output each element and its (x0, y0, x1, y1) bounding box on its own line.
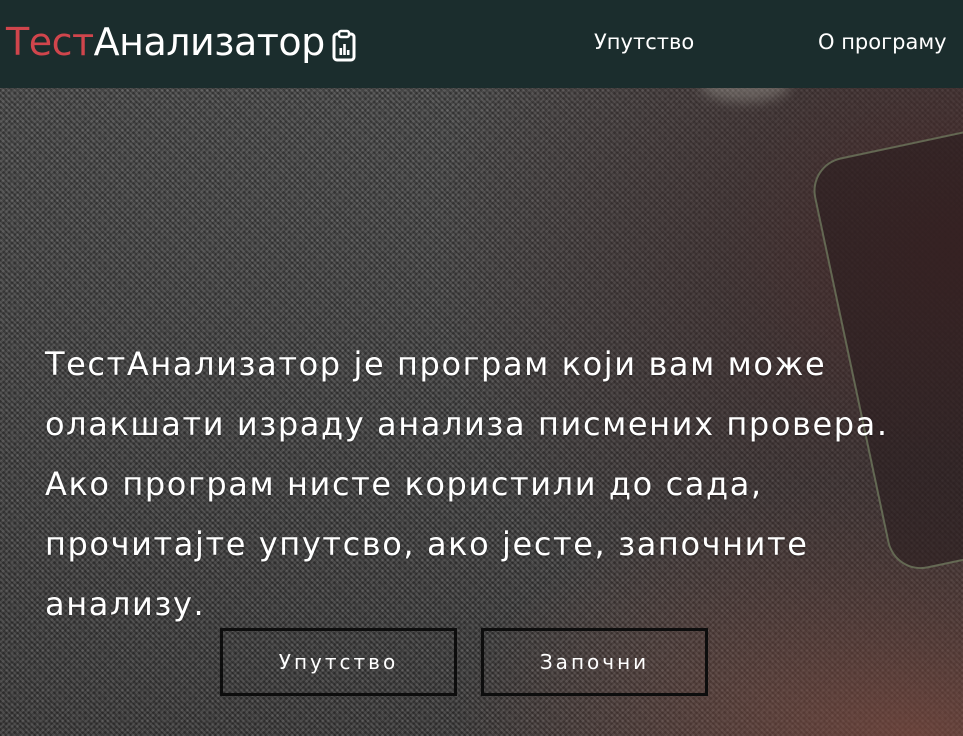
hero-section: ТестАнализатор је програм који вам може … (0, 88, 963, 736)
brand-logo[interactable]: Тест Анализатор (6, 18, 357, 66)
nav-link-about[interactable]: О програму (818, 28, 947, 56)
clipboard-chart-icon (331, 26, 357, 62)
brand-name-first: Тест (6, 20, 94, 64)
brand-name-second: Анализатор (93, 20, 326, 64)
instructions-button[interactable]: Упутство (220, 628, 457, 696)
background-glint (700, 88, 790, 102)
start-button[interactable]: Започни (481, 628, 708, 696)
navbar: Тест Анализатор Упутство О програму (0, 0, 963, 88)
nav-link-instructions[interactable]: Упутство (594, 28, 694, 56)
hero-description: ТестАнализатор је програм који вам може … (45, 345, 889, 623)
